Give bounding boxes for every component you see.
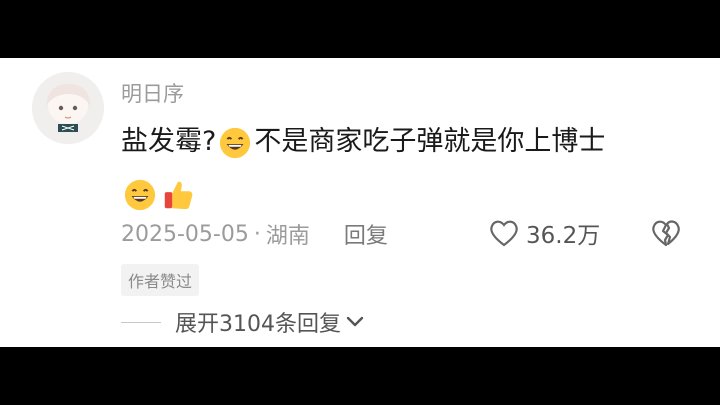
expand-replies-label: 展开3104条回复: [175, 312, 341, 337]
comment-card: 明日序 盐发霉? 不是商家吃子弹就是你上博士 2025-05-05 · 湖南 回…: [0, 58, 720, 347]
heart-icon: [490, 220, 518, 247]
broken-heart-icon: [652, 220, 680, 247]
like-count: 36.2万: [526, 223, 601, 249]
chevron-down-icon: [346, 316, 364, 327]
expand-replies-button[interactable]: 展开3104条回复: [121, 306, 365, 338]
comment-text-part1: 盐发霉?: [121, 126, 217, 157]
grin-emoji-icon: [124, 179, 156, 210]
grin-emoji-icon: [220, 127, 251, 158]
author-liked-badge: 作者赞过: [121, 264, 200, 296]
comment-date: 2025-05-05: [121, 221, 249, 247]
comment-location: 湖南: [265, 224, 310, 249]
meta-separator: ·: [253, 221, 261, 247]
like-button[interactable]: 36.2万: [488, 216, 600, 250]
username[interactable]: 明日序: [121, 78, 184, 108]
avatar[interactable]: [32, 72, 104, 144]
thumbs-up-emoji-icon: [164, 181, 193, 209]
reply-button[interactable]: 回复: [344, 218, 388, 250]
comment-text: 盐发霉? 不是商家吃子弹就是你上博士: [121, 116, 681, 220]
dislike-button[interactable]: [650, 218, 682, 252]
expand-divider: [121, 321, 161, 323]
comment-text-part2: 不是商家吃子弹就是你上博士: [254, 126, 606, 157]
comment-meta: 2025-05-05 · 湖南 回复: [121, 218, 388, 250]
